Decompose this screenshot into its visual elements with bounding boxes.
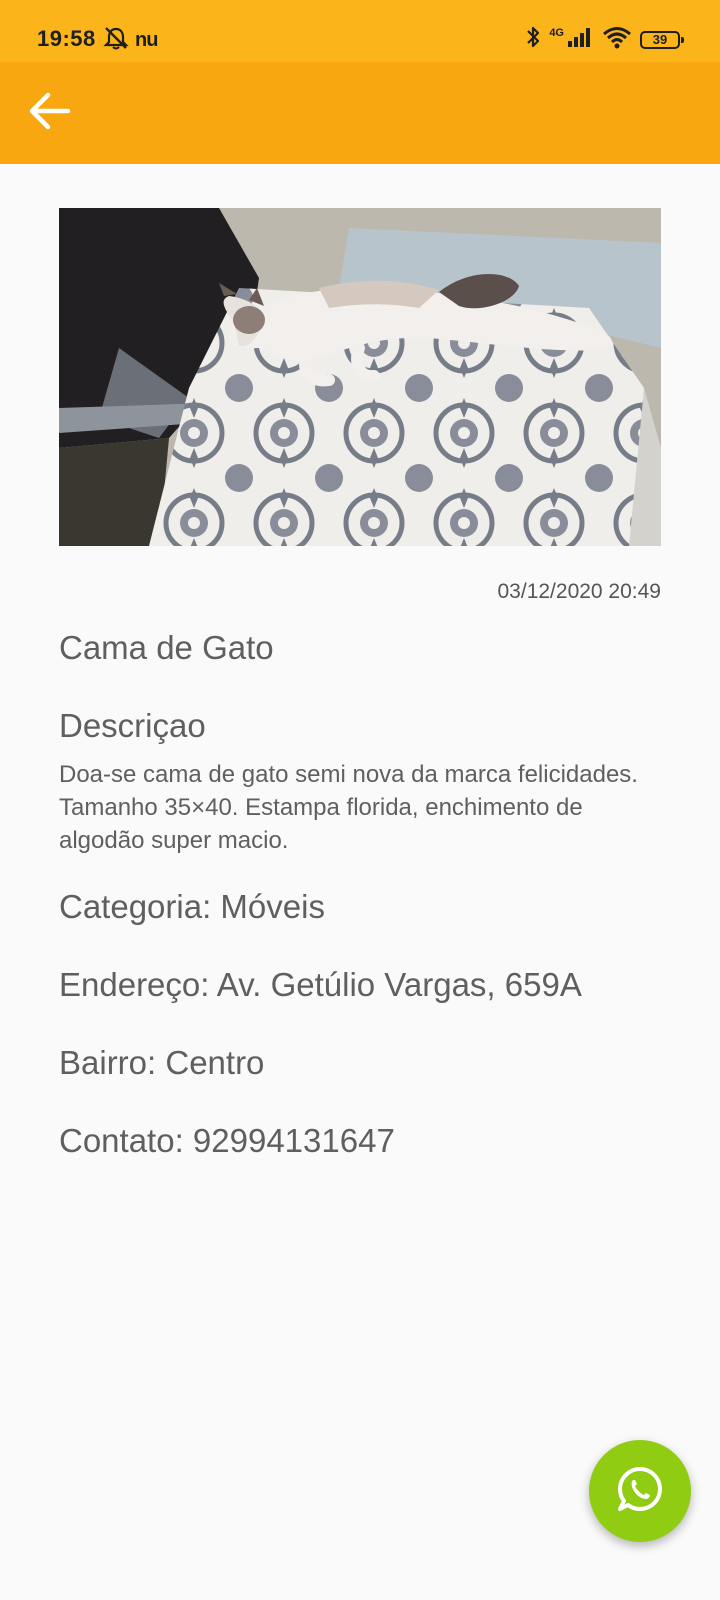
battery-level: 39	[652, 32, 668, 47]
app-bar	[0, 62, 720, 164]
whatsapp-button[interactable]	[589, 1440, 691, 1542]
status-left-icons: nu	[103, 26, 158, 55]
arrow-left-icon	[26, 91, 72, 136]
status-bar: 19:58 nu 4G 39	[0, 0, 720, 62]
description-text: Doa-se cama de gato semi nova da marca f…	[59, 761, 638, 854]
bluetooth-icon	[525, 24, 541, 55]
wifi-icon	[602, 25, 632, 54]
network-type: 4G	[549, 26, 564, 39]
description-header: Descriçao	[59, 707, 206, 744]
listing-photo	[59, 208, 661, 546]
listing-title: Cama de Gato	[59, 629, 274, 666]
whatsapp-icon	[615, 1464, 665, 1519]
contact-text: Contato: 92994131647	[59, 1122, 395, 1159]
back-button[interactable]	[22, 86, 76, 140]
status-time: 19:58	[37, 26, 96, 51]
category-text: Categoria: Móveis	[59, 888, 325, 925]
listing-details: Cama de Gato Descriçao Doa-se cama de ga…	[59, 620, 661, 1169]
status-right-icons: 4G 39	[525, 24, 684, 55]
mute-notification-icon	[103, 26, 129, 55]
listing-date: 03/12/2020 20:49	[497, 580, 662, 603]
nu-app-logo: nu	[135, 29, 158, 51]
signal-icon	[566, 25, 594, 54]
address-text: Endereço: Av. Getúlio Vargas, 659A	[59, 966, 582, 1003]
neighborhood-text: Bairro: Centro	[59, 1044, 265, 1081]
battery-icon: 39	[640, 30, 684, 49]
